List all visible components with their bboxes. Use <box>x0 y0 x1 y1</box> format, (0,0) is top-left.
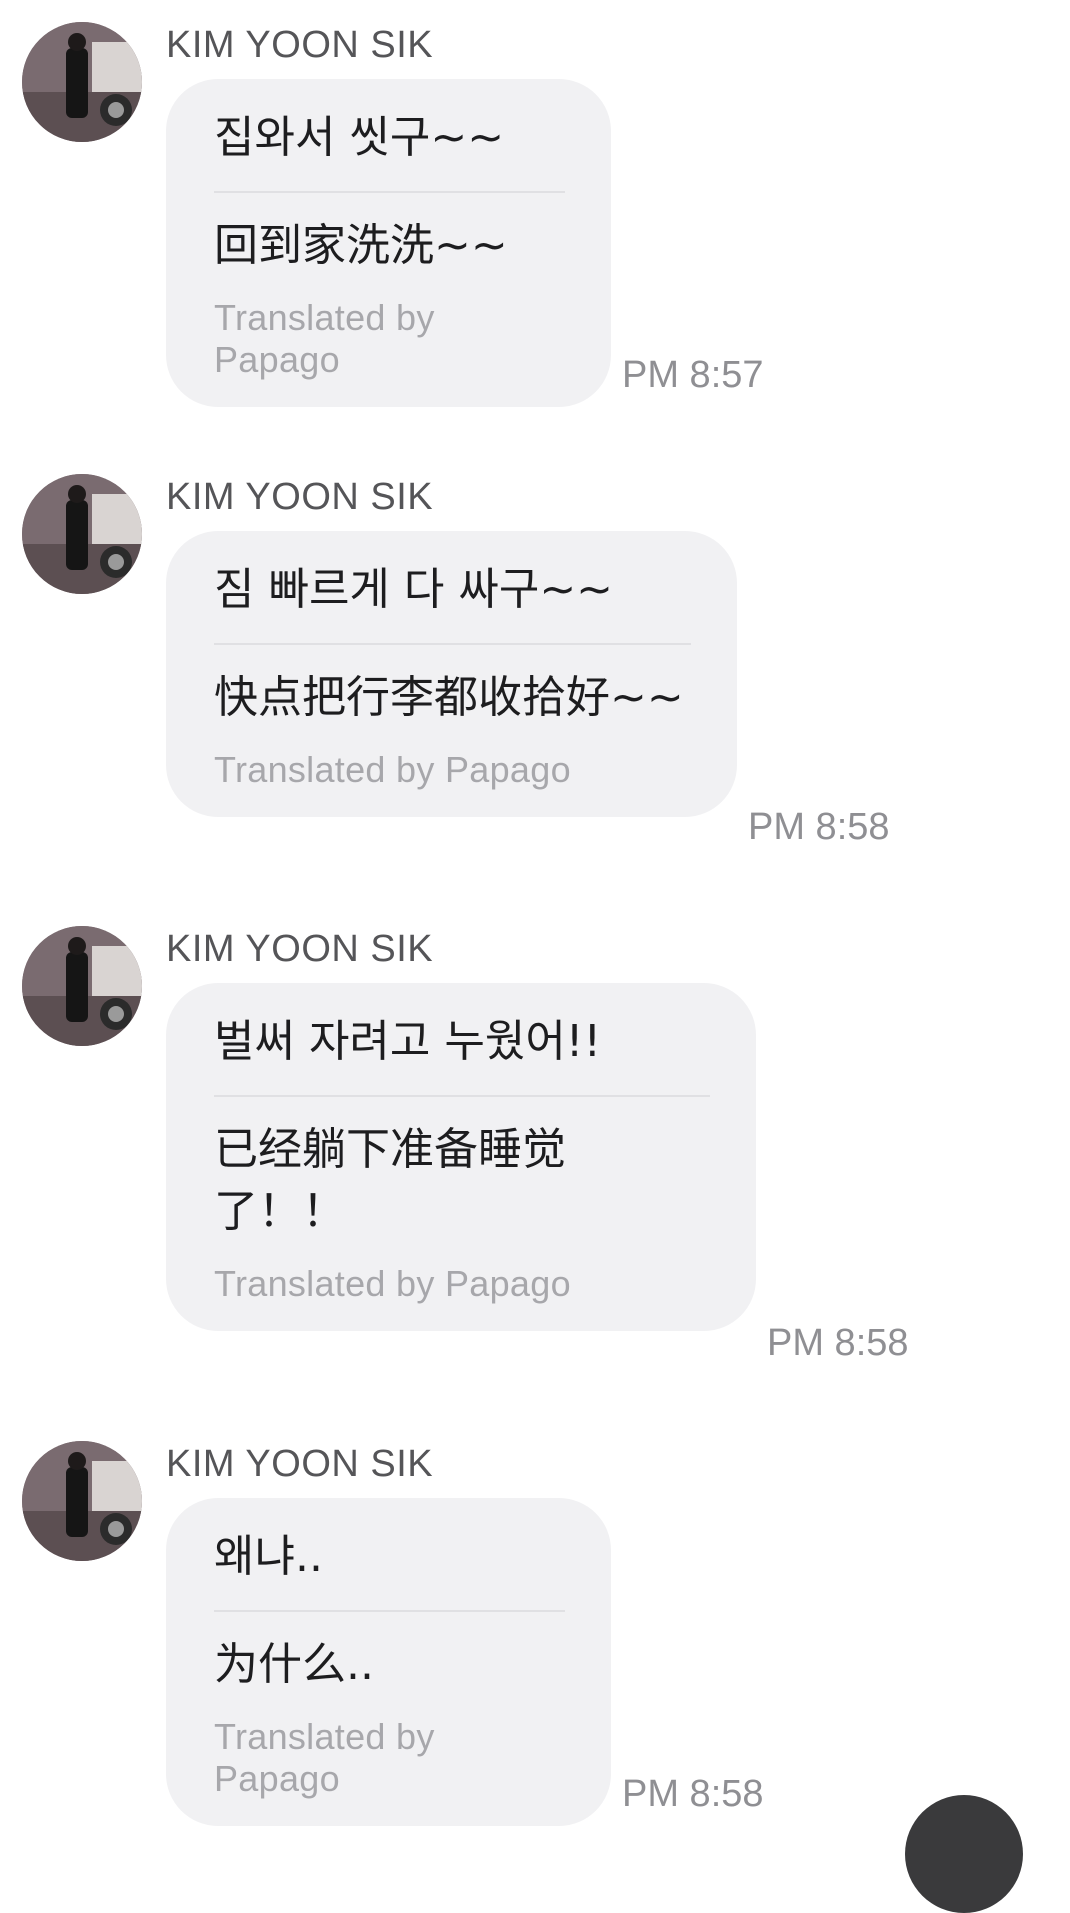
timestamp: PM 8:58 <box>622 1773 764 1815</box>
avatar[interactable] <box>22 926 142 1046</box>
sender-name: KIM YOON SIK <box>166 1443 434 1485</box>
sender-name: KIM YOON SIK <box>166 928 434 970</box>
original-text: 짐 빠르게 다 싸구~~ <box>214 564 614 615</box>
sender-name: KIM YOON SIK <box>166 476 434 518</box>
original-text: 벌써 자려고 누웠어!! <box>214 1016 602 1067</box>
original-text: 왜냐.. <box>214 1531 323 1582</box>
divider <box>214 643 691 645</box>
timestamp: PM 8:58 <box>767 1322 909 1364</box>
scroll-to-bottom-button[interactable] <box>905 1795 1023 1913</box>
avatar-photo-icon <box>22 1441 142 1561</box>
translated-text: 快点把行李都收拾好~~ <box>214 672 684 723</box>
avatar[interactable] <box>22 1441 142 1561</box>
original-text: 집와서 씻구~~ <box>214 112 505 163</box>
translated-text: 为什么.. <box>214 1639 374 1690</box>
translation-credit: Translated by Papago <box>214 749 571 790</box>
divider <box>214 1095 710 1097</box>
translated-text: 回到家洗洗~~ <box>214 220 508 271</box>
divider <box>214 1610 565 1612</box>
avatar-photo-icon <box>22 474 142 594</box>
timestamp: PM 8:58 <box>748 806 890 848</box>
divider <box>214 191 565 193</box>
avatar-photo-icon <box>22 22 142 142</box>
sender-name: KIM YOON SIK <box>166 24 434 66</box>
translation-credit: Translated by Papago <box>214 297 435 380</box>
avatar[interactable] <box>22 474 142 594</box>
translation-credit: Translated by Papago <box>214 1263 571 1304</box>
translation-credit: Translated by Papago <box>214 1716 435 1799</box>
translated-text: 已经躺下准备睡觉 了！！ <box>214 1124 566 1237</box>
message-bubble[interactable]: 집와서 씻구~~ 回到家洗洗~~ Translated by Papago <box>166 79 611 407</box>
message-bubble[interactable]: 벌써 자려고 누웠어!! 已经躺下准备睡觉 了！！ Translated by … <box>166 983 756 1331</box>
avatar-photo-icon <box>22 926 142 1046</box>
timestamp: PM 8:57 <box>622 354 764 396</box>
message-bubble[interactable]: 왜냐.. 为什么.. Translated by Papago <box>166 1498 611 1826</box>
avatar[interactable] <box>22 22 142 142</box>
chat-thread: KIM YOON SIK 집와서 씻구~~ 回到家洗洗~~ Translated… <box>0 0 1070 1913</box>
message-bubble[interactable]: 짐 빠르게 다 싸구~~ 快点把行李都收拾好~~ Translated by P… <box>166 531 737 817</box>
